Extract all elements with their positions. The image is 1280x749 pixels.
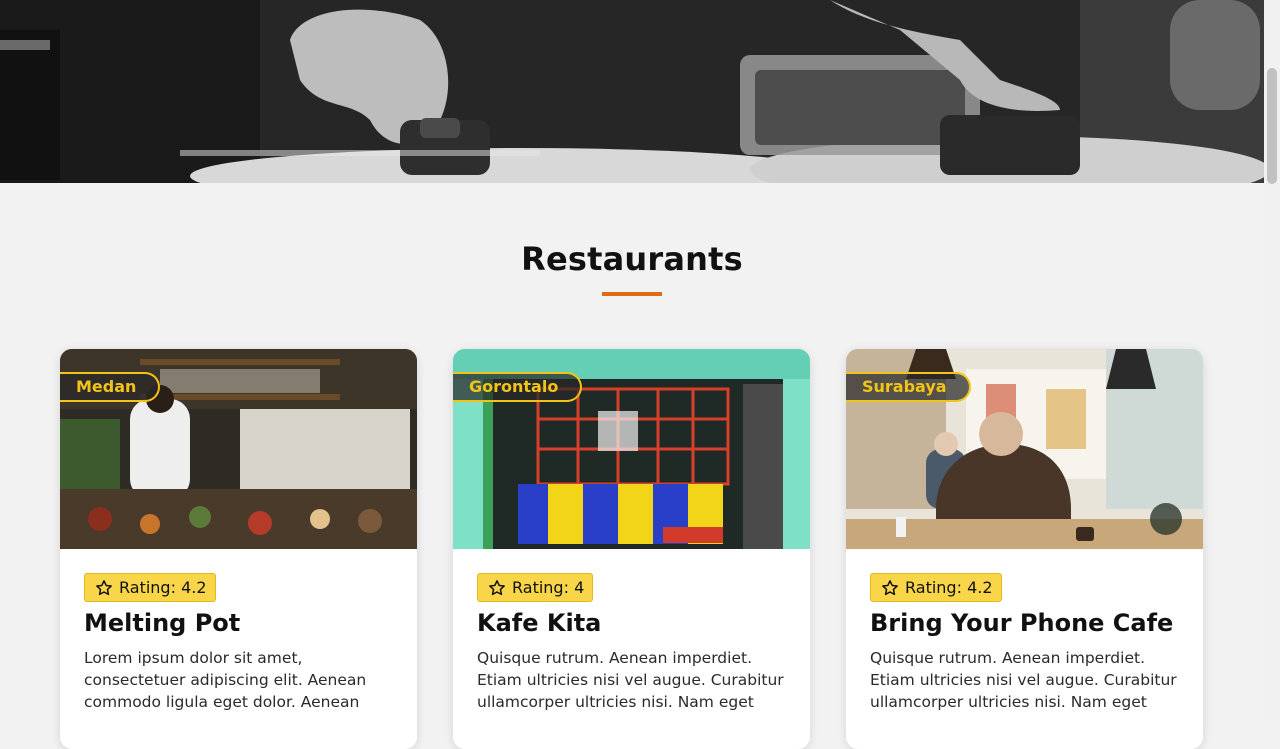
restaurant-card[interactable]: Medan Rating: 4.2 Melting Pot Lorem ipsu… [60, 349, 417, 749]
rating-badge: Rating: 4 [477, 573, 594, 602]
rating-badge: Rating: 4.2 [870, 573, 1002, 602]
rating-text: Rating: 4.2 [905, 578, 993, 597]
restaurant-card[interactable]: Surabaya Rating: 4.2 Bring Your Phone Ca… [846, 349, 1203, 749]
star-icon [489, 579, 505, 595]
city-badge: Surabaya [846, 372, 971, 402]
hero-banner [0, 0, 1264, 183]
restaurant-description: Quisque rutrum. Aenean imperdiet. Etiam … [477, 649, 784, 711]
restaurant-description: Lorem ipsum dolor sit amet, consectetuer… [84, 649, 367, 711]
rating-badge: Rating: 4.2 [84, 573, 216, 602]
star-icon [882, 579, 898, 595]
title-underline [602, 292, 662, 296]
city-badge: Medan [60, 372, 161, 402]
restaurant-name[interactable]: Kafe Kita [477, 609, 797, 637]
restaurant-card[interactable]: Gorontalo Rating: 4 Kafe Kita Quisque ru… [453, 349, 810, 749]
hero-image [0, 0, 1264, 183]
section-title: Restaurants [521, 240, 743, 278]
scrollbar-thumb[interactable] [1267, 68, 1277, 184]
restaurant-description: Quisque rutrum. Aenean imperdiet. Etiam … [870, 649, 1177, 711]
city-badge: Gorontalo [453, 372, 583, 402]
restaurant-name[interactable]: Bring Your Phone Cafe [870, 609, 1190, 637]
rating-text: Rating: 4.2 [119, 578, 207, 597]
rating-text: Rating: 4 [512, 578, 585, 597]
page-scrollbar[interactable] [1264, 0, 1280, 720]
restaurant-name[interactable]: Melting Pot [84, 609, 404, 637]
star-icon [96, 579, 112, 595]
